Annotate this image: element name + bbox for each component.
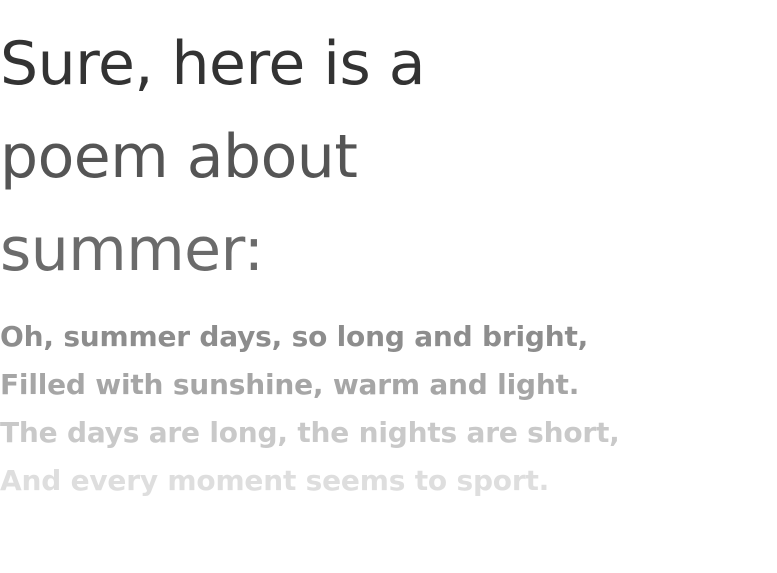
poem-line-4: And every moment seems to sport. [0, 464, 550, 497]
response-heading: Sure, here is a poem about summer: [0, 18, 470, 297]
poem-line-1: Oh, summer days, so long and bright, [0, 320, 589, 353]
heading-line-1: Sure, here is a [0, 29, 426, 99]
heading-line-2: poem about [0, 122, 358, 192]
poem-line-2: Filled with sunshine, warm and light. [0, 368, 580, 401]
response-content: Sure, here is a poem about summer: Oh, s… [0, 18, 760, 505]
heading-line-3: summer: [0, 215, 264, 285]
poem-text: Oh, summer days, so long and bright, Fil… [0, 313, 760, 505]
poem-line-3: The days are long, the nights are short, [0, 416, 620, 449]
